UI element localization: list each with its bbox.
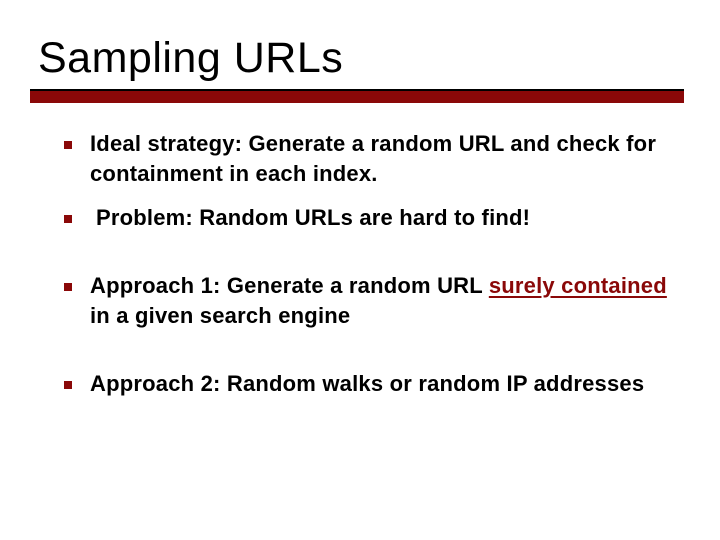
bullet-text: Approach 1: Generate a random URL surely… [90,271,674,331]
text-segment: Approach 1: Generate a random URL [90,273,489,298]
square-bullet-icon [64,381,72,389]
slide: Sampling URLs Ideal strategy: Generate a… [0,0,720,540]
title-underline [30,89,684,103]
spacer [64,247,674,271]
text-segment: in a given search engine [90,303,350,328]
square-bullet-icon [64,215,72,223]
square-bullet-icon [64,283,72,291]
bullet-text: Ideal strategy: Generate a random URL an… [90,129,674,189]
bullet-text: Approach 2: Random walks or random IP ad… [90,369,674,399]
spacer [64,345,674,369]
slide-title: Sampling URLs [38,34,684,83]
square-bullet-icon [64,141,72,149]
bullet-item: Problem: Random URLs are hard to find! [64,203,674,233]
slide-content: Ideal strategy: Generate a random URL an… [36,129,684,398]
bullet-text: Problem: Random URLs are hard to find! [90,203,674,233]
bullet-item: Approach 2: Random walks or random IP ad… [64,369,674,399]
bullet-item: Approach 1: Generate a random URL surely… [64,271,674,331]
bullet-item: Ideal strategy: Generate a random URL an… [64,129,674,189]
underlined-text: surely contained [489,273,667,298]
